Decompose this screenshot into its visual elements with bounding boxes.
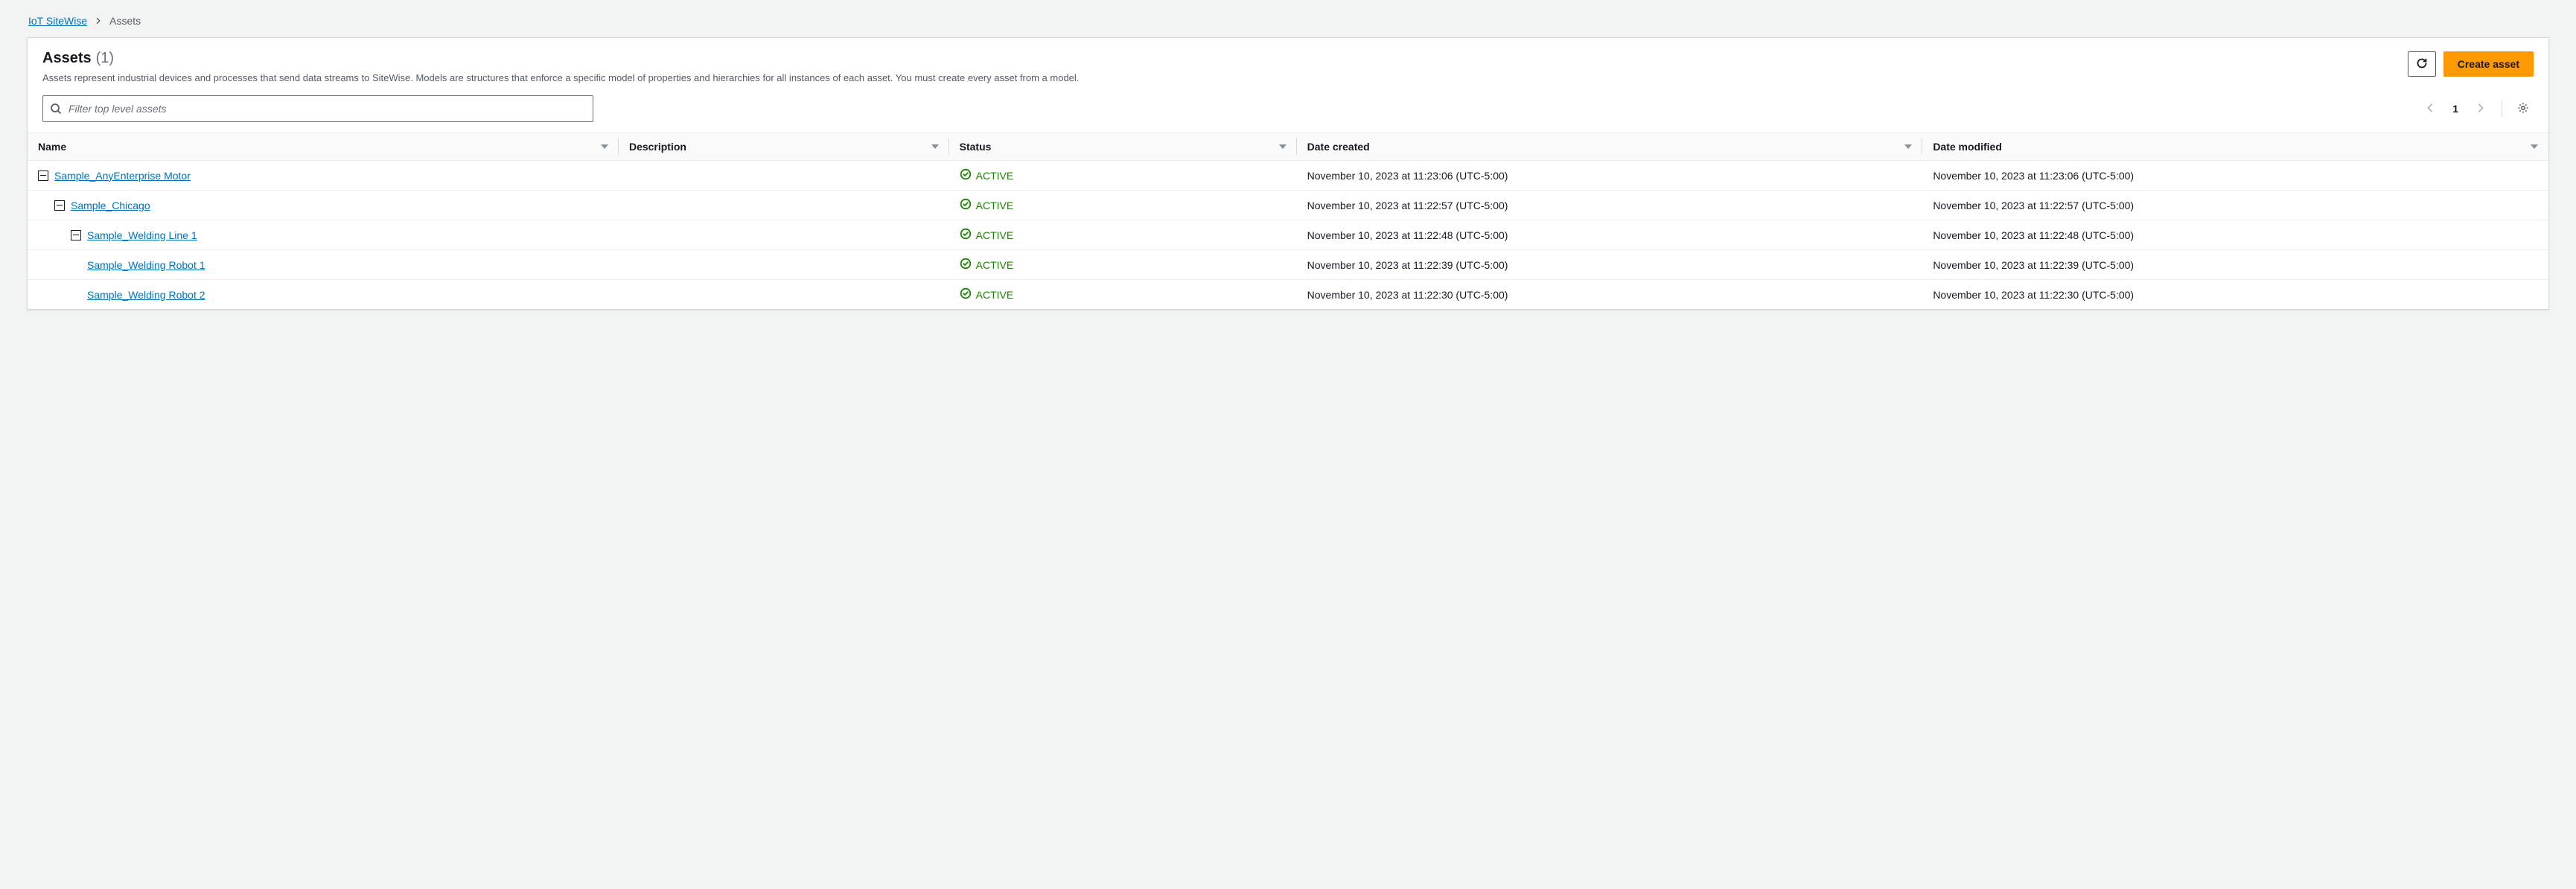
next-page-button[interactable] [2470, 98, 2491, 119]
cell-description [619, 161, 949, 191]
search-icon [50, 103, 62, 115]
col-header-date-created-label: Date created [1307, 141, 1370, 153]
collapse-toggle[interactable] [71, 230, 81, 240]
title-text: Assets [42, 50, 92, 67]
table-row: Sample_Chicago ACTIVE November 10, 2023 at… [28, 191, 2548, 220]
col-header-name[interactable]: Name [28, 133, 619, 161]
sort-icon [601, 143, 608, 150]
prev-page-button[interactable] [2420, 98, 2440, 119]
col-header-status[interactable]: Status [949, 133, 1297, 161]
col-header-description-label: Description [629, 141, 686, 153]
filter-wrap [42, 95, 593, 122]
cell-date-modified: November 10, 2023 at 11:23:06 (UTC-5:00) [1922, 161, 2548, 191]
asset-link[interactable]: Sample_AnyEnterprise Motor [54, 170, 191, 182]
table-row: Sample_Welding Line 1 ACTIVE November 10, … [28, 220, 2548, 250]
sort-icon [931, 143, 939, 150]
assets-card: Assets (1) Assets represent industrial d… [27, 37, 2549, 310]
asset-link[interactable]: Sample_Welding Robot 2 [87, 289, 205, 301]
col-header-date-created[interactable]: Date created [1297, 133, 1923, 161]
status-text: ACTIVE [976, 200, 1014, 211]
cell-date-modified: November 10, 2023 at 11:22:48 (UTC-5:00) [1922, 220, 2548, 250]
page-title: Assets (1) [42, 50, 2396, 67]
page-subtitle: Assets represent industrial devices and … [42, 71, 2396, 85]
cell-date-created: November 10, 2023 at 11:22:57 (UTC-5:00) [1297, 191, 1923, 220]
create-asset-button[interactable]: Create asset [2443, 51, 2534, 77]
cell-date-modified: November 10, 2023 at 11:22:57 (UTC-5:00) [1922, 191, 2548, 220]
asset-link[interactable]: Sample_Chicago [71, 200, 150, 211]
refresh-icon [2416, 57, 2428, 71]
minus-icon [40, 175, 46, 176]
check-circle-icon [960, 258, 972, 272]
check-circle-icon [960, 287, 972, 302]
collapse-toggle[interactable] [54, 200, 65, 211]
table-row: Sample_AnyEnterprise Motor ACTIVE November… [28, 161, 2548, 191]
cell-status: ACTIVE [949, 191, 1297, 220]
cell-status: ACTIVE [949, 250, 1297, 280]
filter-input[interactable] [42, 95, 593, 122]
sort-icon [1279, 143, 1287, 150]
page-number: 1 [2448, 103, 2463, 115]
status-text: ACTIVE [976, 259, 1014, 271]
collapse-toggle[interactable] [38, 171, 48, 181]
check-circle-icon [960, 198, 972, 212]
assets-table: Name Description Status [28, 133, 2548, 309]
cell-status: ACTIVE [949, 220, 1297, 250]
asset-link[interactable]: Sample_Welding Line 1 [87, 229, 197, 241]
cell-date-modified: November 10, 2023 at 11:22:39 (UTC-5:00) [1922, 250, 2548, 280]
status-text: ACTIVE [976, 229, 1014, 241]
status-text: ACTIVE [976, 170, 1014, 182]
col-header-status-label: Status [960, 141, 992, 153]
breadcrumb-current: Assets [109, 15, 141, 27]
status-text: ACTIVE [976, 289, 1014, 301]
chevron-right-icon [95, 17, 102, 25]
cell-status: ACTIVE [949, 161, 1297, 191]
sort-icon [1904, 143, 1912, 150]
paginator: 1 [2420, 98, 2534, 119]
cell-date-created: November 10, 2023 at 11:22:30 (UTC-5:00) [1297, 280, 1923, 310]
chevron-right-icon [2475, 103, 2486, 115]
asset-link[interactable]: Sample_Welding Robot 1 [87, 259, 205, 271]
title-count: (1) [96, 50, 114, 67]
table-row: Sample_Welding Robot 1 ACTIVE November 10,… [28, 250, 2548, 280]
cell-description [619, 280, 949, 310]
cell-date-modified: November 10, 2023 at 11:22:30 (UTC-5:00) [1922, 280, 2548, 310]
check-circle-icon [960, 168, 972, 182]
cell-description [619, 250, 949, 280]
cell-status: ACTIVE [949, 280, 1297, 310]
cell-description [619, 220, 949, 250]
col-header-date-modified[interactable]: Date modified [1922, 133, 2548, 161]
col-header-description[interactable]: Description [619, 133, 949, 161]
chevron-left-icon [2425, 103, 2435, 115]
col-header-name-label: Name [38, 141, 66, 153]
sort-icon [2531, 143, 2538, 150]
col-header-date-modified-label: Date modified [1933, 141, 2002, 153]
refresh-button[interactable] [2408, 51, 2436, 77]
cell-date-created: November 10, 2023 at 11:22:48 (UTC-5:00) [1297, 220, 1923, 250]
breadcrumb: IoT SiteWise Assets [28, 15, 2549, 27]
minus-icon [73, 235, 79, 236]
cell-date-created: November 10, 2023 at 11:23:06 (UTC-5:00) [1297, 161, 1923, 191]
cell-date-created: November 10, 2023 at 11:22:39 (UTC-5:00) [1297, 250, 1923, 280]
cell-description [619, 191, 949, 220]
breadcrumb-root-link[interactable]: IoT SiteWise [28, 15, 87, 27]
settings-button[interactable] [2513, 98, 2534, 119]
table-row: Sample_Welding Robot 2 ACTIVE November 10,… [28, 280, 2548, 310]
minus-icon [57, 205, 63, 206]
check-circle-icon [960, 228, 972, 242]
gear-icon [2517, 102, 2529, 116]
